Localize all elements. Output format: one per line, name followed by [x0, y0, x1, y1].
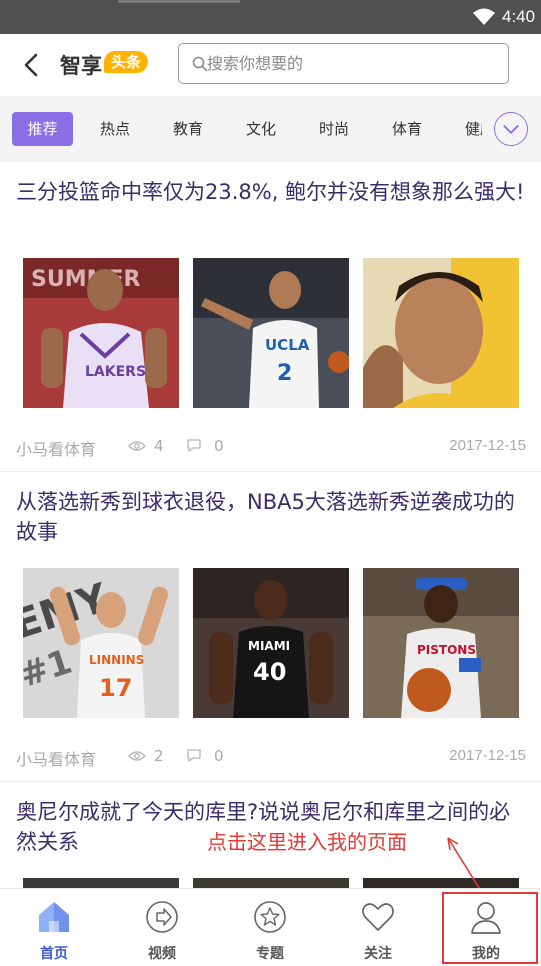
app-header: 智享 头条 — [0, 34, 541, 96]
article-image[interactable]: SUMMER LAKERS — [23, 258, 179, 408]
svg-text:40: 40 — [253, 658, 286, 686]
status-bar: 4:40 — [0, 0, 541, 34]
article-image[interactable] — [23, 878, 179, 888]
tab-hot[interactable]: 热点 — [88, 112, 142, 146]
comment-count: 0 — [214, 437, 224, 455]
svg-text:PISTONS: PISTONS — [417, 643, 476, 657]
heart-icon — [362, 903, 394, 931]
article-card[interactable]: 从落选新秀到球衣退役，NBA5大落选新秀逆袭成功的故事 EMY #1 LINNI… — [0, 472, 541, 782]
nav-topics-label: 专题 — [256, 946, 284, 962]
tab-fashion[interactable]: 时尚 — [307, 112, 361, 146]
svg-text:17: 17 — [99, 674, 132, 702]
tab-recommend[interactable]: 推荐 — [12, 112, 73, 146]
back-arrow-icon[interactable] — [18, 50, 46, 80]
tab-education[interactable]: 教育 — [161, 112, 215, 146]
video-icon — [146, 901, 178, 933]
eye-icon — [128, 441, 146, 451]
news-feed: 三分投篮命中率仅为23.8%, 鲍尔并没有想象那么强大! SUMMER LAKE… — [0, 162, 541, 888]
article-image[interactable]: UCLA 2 — [193, 258, 349, 408]
article-image[interactable]: PISTONS — [363, 568, 519, 718]
search-icon — [192, 56, 208, 72]
app-screen: 4:40 智享 头条 推荐 热点 教育 文化 时尚 体育 健康 — [0, 0, 541, 966]
svg-text:UCLA: UCLA — [265, 336, 310, 354]
article-image[interactable] — [363, 258, 519, 408]
article-date: 2017-12-15 — [449, 747, 526, 764]
wifi-icon — [473, 8, 495, 25]
app-logo-text: 智享 — [60, 54, 102, 78]
article-image[interactable]: MIAMI 40 — [193, 568, 349, 718]
article-source: 小马看体育 — [16, 750, 97, 769]
annotation-text: 点击这里进入我的页面 — [207, 830, 407, 854]
star-icon — [254, 901, 286, 933]
svg-text:2: 2 — [277, 361, 292, 386]
search-input[interactable] — [207, 49, 497, 77]
article-meta: 小马看体育 4 0 2017-12-15 — [16, 436, 526, 459]
nav-follow-label: 关注 — [364, 946, 392, 962]
nav-home-label: 首页 — [40, 946, 68, 962]
eye-icon — [128, 751, 146, 761]
annotation-highlight-box — [442, 892, 538, 964]
article-title[interactable]: 从落选新秀到球衣退役，NBA5大落选新秀逆袭成功的故事 — [16, 487, 530, 547]
nav-video-label: 视频 — [148, 946, 176, 962]
nav-home[interactable]: 首页 — [0, 889, 108, 966]
tab-sports[interactable]: 体育 — [380, 112, 434, 146]
article-image[interactable] — [193, 878, 349, 888]
svg-text:LAKERS: LAKERS — [85, 364, 146, 380]
article-card[interactable]: 三分投篮命中率仅为23.8%, 鲍尔并没有想象那么强大! SUMMER LAKE… — [0, 162, 541, 472]
tab-culture[interactable]: 文化 — [234, 112, 288, 146]
status-time: 4:40 — [502, 7, 536, 26]
comment-icon — [187, 439, 201, 452]
svg-text:MIAMI: MIAMI — [248, 639, 290, 653]
nav-topics[interactable]: 专题 — [216, 889, 324, 966]
view-count: 4 — [154, 437, 164, 455]
comment-count: 0 — [214, 747, 224, 765]
nav-video[interactable]: 视频 — [108, 889, 216, 966]
article-image[interactable]: EMY #1 LINNINS 17 — [23, 568, 179, 718]
article-source: 小马看体育 — [16, 440, 97, 459]
svg-text:LINNINS: LINNINS — [89, 653, 144, 667]
app-logo-badge: 头条 — [104, 51, 148, 73]
nav-follow[interactable]: 关注 — [324, 889, 432, 966]
svg-text:SUMMER: SUMMER — [31, 267, 141, 292]
home-icon — [39, 902, 69, 932]
chevron-down-icon[interactable] — [494, 112, 528, 146]
view-count: 2 — [154, 747, 164, 765]
status-bar-notch — [118, 0, 240, 3]
comment-icon — [187, 749, 201, 762]
article-date: 2017-12-15 — [449, 437, 526, 454]
article-meta: 小马看体育 2 0 2017-12-15 — [16, 746, 526, 769]
search-box[interactable] — [178, 43, 509, 84]
category-tabs: 推荐 热点 教育 文化 时尚 体育 健康 — [0, 96, 541, 162]
article-title[interactable]: 三分投篮命中率仅为23.8%, 鲍尔并没有想象那么强大! — [16, 177, 530, 207]
